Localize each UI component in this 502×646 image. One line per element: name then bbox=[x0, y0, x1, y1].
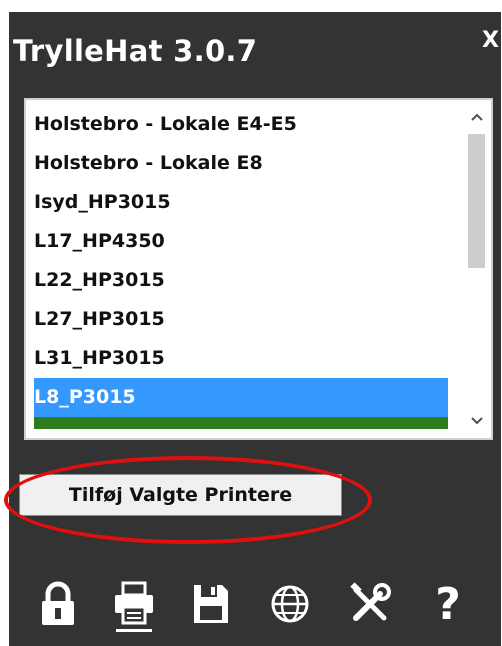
printer-listbox[interactable]: Holstebro - Lokale E4-E5 Holstebro - Lok… bbox=[24, 98, 493, 440]
tools-icon[interactable] bbox=[342, 576, 398, 632]
list-item[interactable]: Holstebro - Lokale E8 bbox=[34, 144, 448, 183]
printer-icon[interactable] bbox=[106, 576, 162, 632]
chevron-up-icon[interactable] bbox=[462, 104, 491, 130]
list-item-selected[interactable]: L8_P3015 bbox=[34, 378, 448, 417]
list-item[interactable]: Isyd_HP3015 bbox=[34, 183, 448, 222]
lock-icon[interactable] bbox=[30, 576, 86, 632]
list-item[interactable]: L31_HP3015 bbox=[34, 339, 448, 378]
help-glyph: ? bbox=[435, 578, 461, 630]
vertical-scrollbar[interactable] bbox=[462, 100, 491, 438]
help-icon[interactable]: ? bbox=[420, 576, 476, 632]
list-item[interactable]: L17_HP4350 bbox=[34, 222, 448, 261]
chevron-down-icon[interactable] bbox=[462, 408, 491, 434]
add-selected-printers-button[interactable]: Tilføj Valgte Printere bbox=[19, 474, 342, 516]
list-item[interactable]: L22_HP3015 bbox=[34, 261, 448, 300]
list-item[interactable]: L27_HP3015 bbox=[34, 300, 448, 339]
close-button[interactable]: X bbox=[482, 28, 499, 53]
list-item[interactable]: Holstebro - Lokale E4-E5 bbox=[34, 105, 448, 144]
globe-icon[interactable] bbox=[262, 576, 318, 632]
scrollbar-thumb[interactable] bbox=[468, 134, 485, 268]
save-icon[interactable] bbox=[183, 576, 239, 632]
list-item-partial[interactable] bbox=[34, 417, 448, 429]
app-title: TrylleHat 3.0.7 bbox=[13, 34, 258, 68]
bottom-toolbar: ? bbox=[30, 576, 490, 632]
printer-list: Holstebro - Lokale E4-E5 Holstebro - Lok… bbox=[34, 105, 448, 436]
